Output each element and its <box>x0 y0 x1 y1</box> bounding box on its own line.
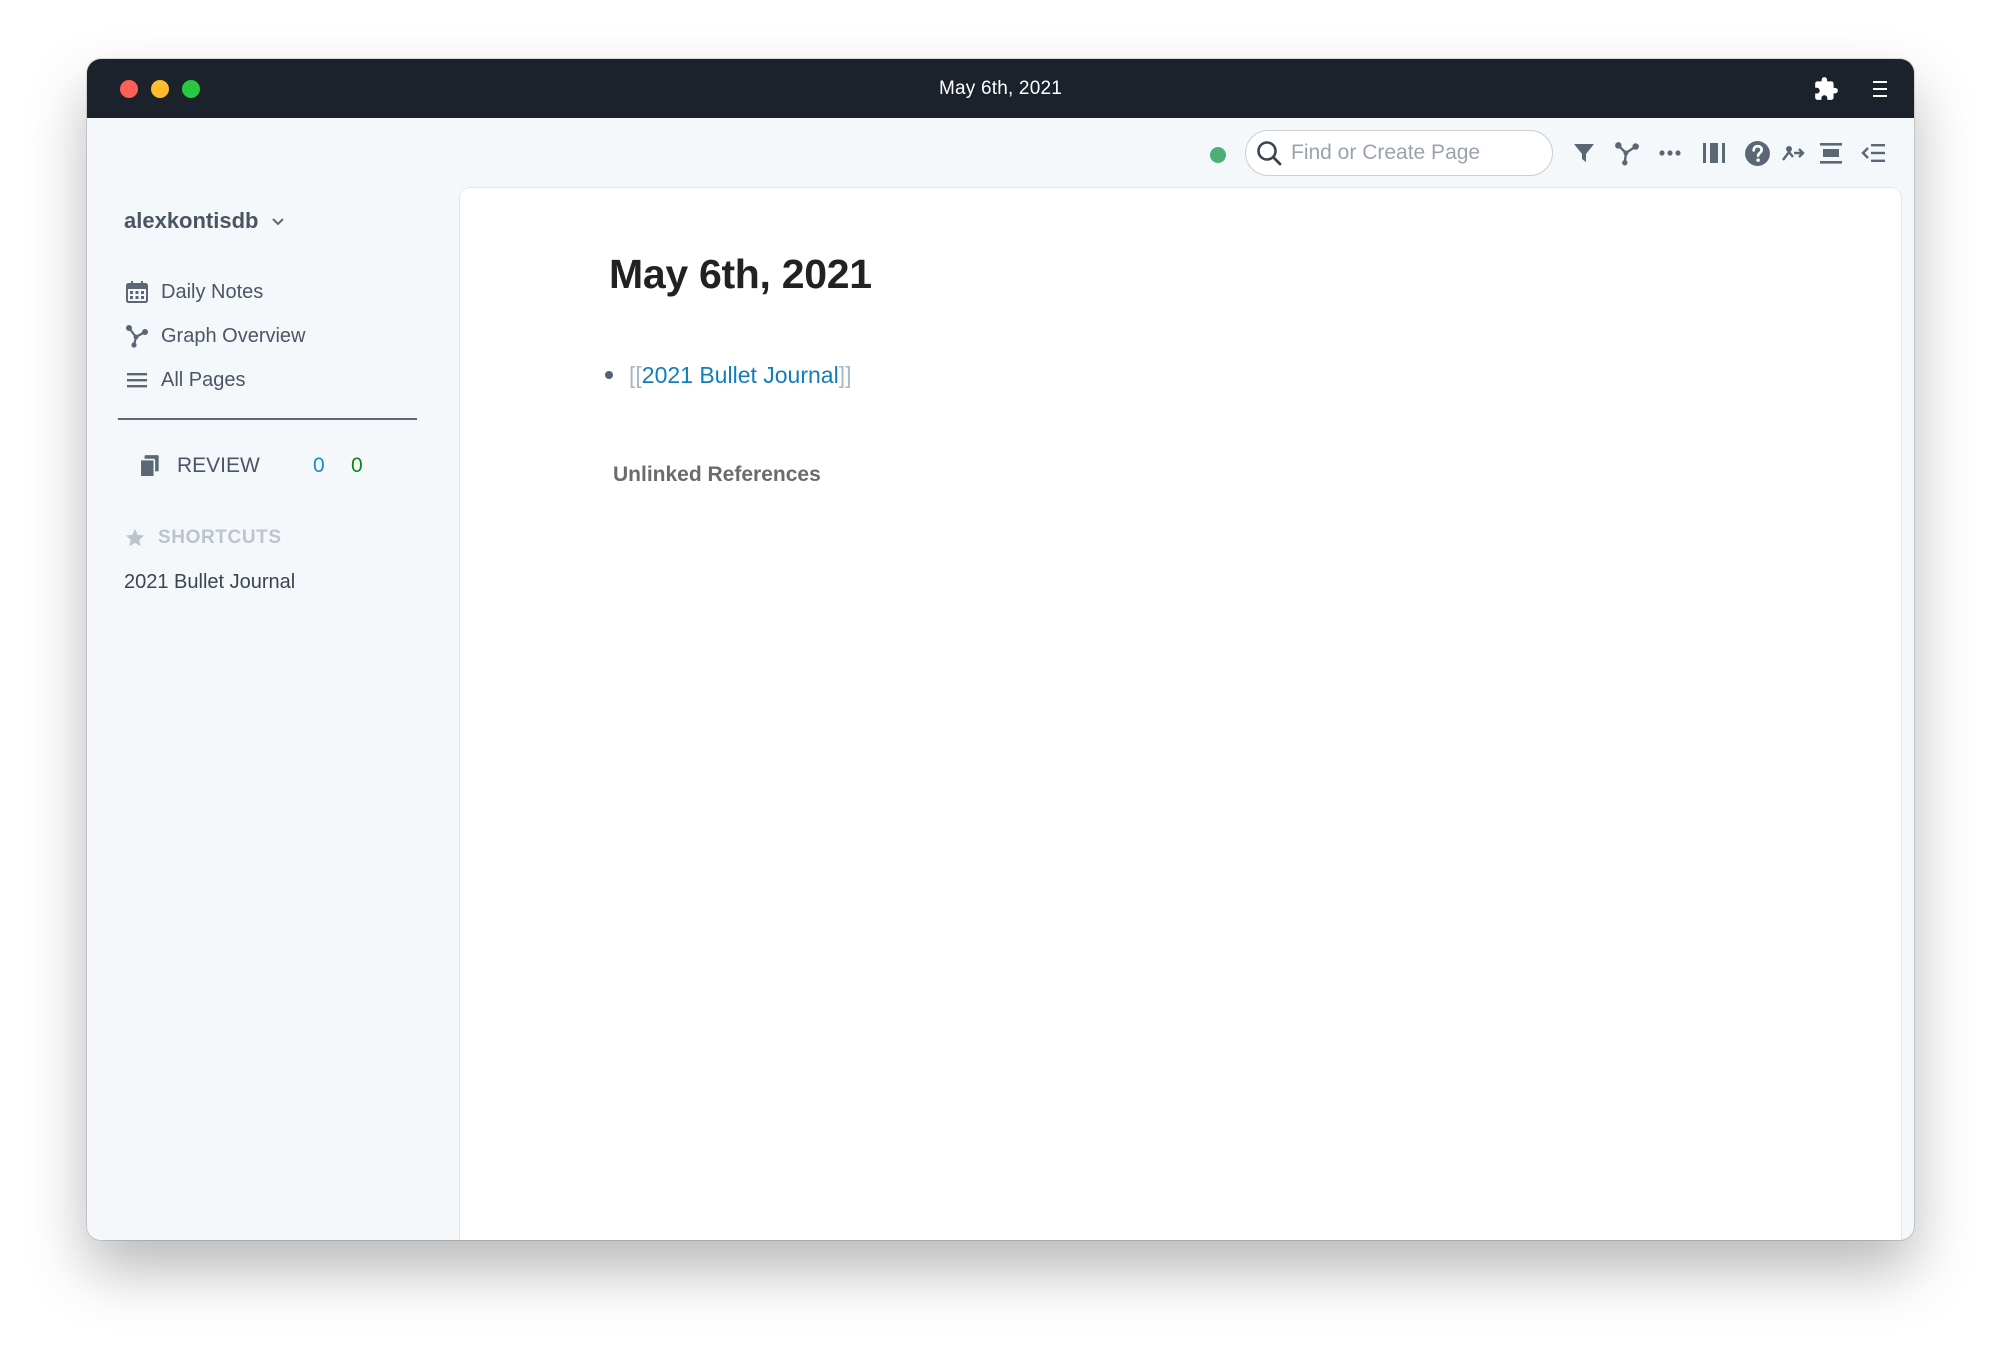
page-reference-link[interactable]: 2021 Bullet Journal <box>642 362 839 389</box>
sidebar-item-label: All Pages <box>161 368 246 391</box>
graph-icon <box>124 323 150 349</box>
review-due-count: 0 <box>313 454 325 477</box>
search-box[interactable] <box>1245 130 1553 176</box>
graph-switcher[interactable]: alexkontisdb <box>124 206 286 236</box>
review-label: REVIEW <box>177 454 260 477</box>
filter-icon[interactable] <box>1570 139 1598 167</box>
shortcut-item[interactable]: 2021 Bullet Journal <box>124 567 295 597</box>
star-icon <box>125 528 145 547</box>
main-page: May 6th, 2021 [[ 2021 Bullet Journal ]] … <box>460 188 1901 1240</box>
list-icon <box>124 367 150 393</box>
block-bullet[interactable] <box>605 371 613 379</box>
shortcuts-header: SHORTCUTS <box>124 523 282 553</box>
menu-icon[interactable] <box>1867 76 1893 102</box>
search-icon <box>1257 141 1282 166</box>
help-icon[interactable] <box>1743 139 1771 167</box>
columns-icon[interactable] <box>1700 139 1728 167</box>
shortcuts-label: SHORTCUTS <box>158 527 282 548</box>
sidebar-item-graph-overview[interactable]: Graph Overview <box>124 321 306 351</box>
link-bracket-close: ]] <box>838 361 852 388</box>
align-icon[interactable] <box>1817 139 1845 167</box>
left-sidebar: alexkontisdb Daily Notes Graph Overview … <box>87 118 460 1240</box>
unlinked-references-toggle[interactable]: Unlinked References <box>613 460 821 490</box>
window-title: May 6th, 2021 <box>938 78 1062 99</box>
sidebar-item-label: Graph Overview <box>161 324 306 347</box>
graph-name: alexkontisdb <box>124 208 259 233</box>
chevron-down-icon <box>272 218 285 226</box>
graph-view-icon[interactable] <box>1613 139 1641 167</box>
puzzle-icon[interactable] <box>1813 76 1839 102</box>
title-bar: May 6th, 2021 <box>87 59 1914 118</box>
sidebar-divider <box>118 418 417 420</box>
sidebar-item-label: Daily Notes <box>161 280 264 303</box>
sidebar-item-daily-notes[interactable]: Daily Notes <box>124 277 263 307</box>
calendar-icon <box>124 279 150 305</box>
page-title[interactable]: May 6th, 2021 <box>609 251 872 298</box>
sidebar-toggle-icon[interactable] <box>1860 139 1888 167</box>
sidebar-item-all-pages[interactable]: All Pages <box>124 365 246 395</box>
review-new-count: 0 <box>351 454 363 477</box>
review-button[interactable]: REVIEW <box>137 451 260 481</box>
block[interactable]: [[ 2021 Bullet Journal ]] <box>605 358 851 392</box>
template-icon[interactable] <box>1780 139 1808 167</box>
more-icon[interactable] <box>1656 139 1684 167</box>
app-window: May 6th, 2021 alexkontisdb Daily Notes G… <box>87 59 1914 1240</box>
sync-status-indicator <box>1210 147 1226 163</box>
flashcards-icon <box>139 455 159 478</box>
search-input[interactable] <box>1291 141 1531 165</box>
link-bracket-open: [[ <box>629 361 642 388</box>
